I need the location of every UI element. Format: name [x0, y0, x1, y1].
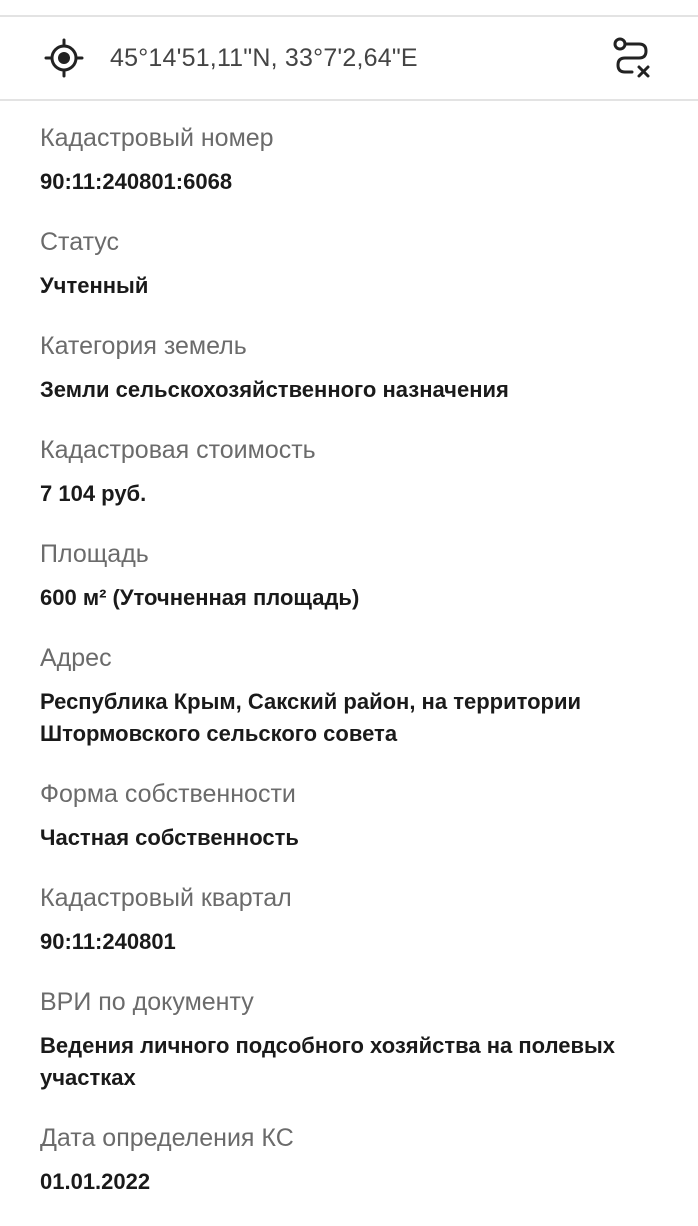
field-cadastral-number: Кадастровый номер 90:11:240801:6068 — [40, 122, 690, 198]
field-area: Площадь 600 м² (Уточненная площадь) — [40, 538, 690, 614]
field-value: Республика Крым, Сакский район, на терри… — [40, 689, 582, 746]
field-status: Статус Учтенный — [40, 226, 690, 302]
bar-divider — [0, 99, 698, 101]
field-cadastral-quarter: Кадастровый квартал 90:11:240801 — [40, 882, 690, 958]
coordinates-bar: 45°14'51,11"N, 33°7'2,64"E — [0, 17, 698, 100]
field-value: Частная собственность — [40, 825, 299, 850]
field-value: 7 104 руб. — [40, 481, 147, 506]
field-ownership-form: Форма собственности Частная собственност… — [40, 778, 690, 854]
field-label: Статус — [40, 228, 120, 256]
field-cost-date: Дата определения КС 01.01.2022 — [40, 1122, 690, 1198]
field-value: Учтенный — [40, 273, 149, 298]
route-clear-icon[interactable] — [612, 37, 652, 79]
field-value: Земли сельскохозяйственного назначения — [40, 377, 509, 402]
field-address: Адрес Республика Крым, Сакский район, на… — [40, 642, 690, 750]
field-value[interactable]: 90:11:240801 — [40, 926, 690, 958]
field-label: Кадастровый номер — [40, 124, 274, 152]
field-label: Адрес — [40, 644, 112, 672]
field-value: 600 м² (Уточненная площадь) — [40, 585, 360, 610]
field-land-category: Категория земель Земли сельскохозяйствен… — [40, 330, 690, 406]
field-label: Дата определения КС — [40, 1124, 294, 1152]
field-value: Ведения личного подсобного хозяйства на … — [40, 1033, 616, 1090]
field-permitted-use: ВРИ по документу Ведения личного подсобн… — [40, 986, 690, 1094]
field-label: Категория земель — [40, 332, 247, 360]
field-value: 01.01.2022 — [40, 1169, 151, 1194]
property-details: Кадастровый номер 90:11:240801:6068 Стат… — [40, 122, 690, 1226]
field-label: Площадь — [40, 540, 149, 568]
field-label: Кадастровая стоимость — [40, 436, 316, 464]
field-label: ВРИ по документу — [40, 988, 254, 1016]
coordinates-text[interactable]: 45°14'51,11"N, 33°7'2,64"E — [110, 44, 418, 73]
field-label: Кадастровый квартал — [40, 884, 292, 912]
crosshair-locate-icon[interactable] — [44, 38, 84, 78]
field-label: Форма собственности — [40, 780, 296, 808]
field-cadastral-cost: Кадастровая стоимость 7 104 руб. — [40, 434, 690, 510]
field-value: 90:11:240801:6068 — [40, 169, 233, 194]
